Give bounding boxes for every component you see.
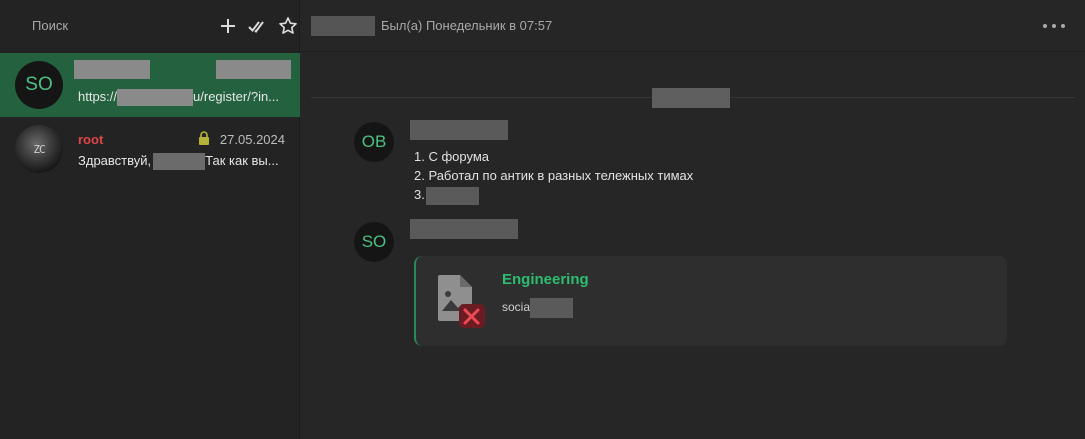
- redacted-contact-name: [311, 15, 375, 36]
- lock-icon: [199, 131, 209, 145]
- card-title[interactable]: Engineering: [502, 271, 589, 288]
- avatar: OB: [354, 122, 394, 162]
- conversation-header: Был(а) Понедельник в 07:57: [301, 0, 1085, 52]
- avatar: ZC: [15, 125, 63, 173]
- plus-icon[interactable]: [220, 16, 236, 36]
- redacted-name: [74, 60, 150, 79]
- chat-date: 27.05.2024: [219, 132, 285, 147]
- redacted-date-pill: [652, 88, 730, 108]
- redacted-sender: [410, 219, 518, 239]
- chat-preview: https://u/register/?in...: [78, 89, 288, 107]
- more-options-icon[interactable]: [1043, 18, 1065, 34]
- chat-preview: Здравствуй, Так как вы...: [78, 153, 288, 171]
- conversation-panel: Был(а) Понедельник в 07:57 OB 1. С форум…: [301, 0, 1085, 439]
- last-seen-status: Был(а) Понедельник в 07:57: [381, 18, 553, 33]
- avatar: SO: [15, 61, 63, 109]
- double-check-icon[interactable]: [248, 16, 266, 36]
- chat-item[interactable]: SO https://u/register/?in...: [0, 53, 300, 117]
- sidebar-header: [0, 0, 299, 52]
- redacted-date: [216, 60, 291, 79]
- avatar: SO: [354, 222, 394, 262]
- broken-file-icon: [438, 275, 485, 328]
- chat-sidebar: SO https://u/register/?in... ZC root 27.…: [0, 0, 300, 439]
- redacted-sender: [410, 120, 508, 140]
- link-preview-card[interactable]: Engineering socia: [414, 256, 1007, 346]
- message-text: 1. С форума 2. Работал по антик в разных…: [414, 147, 693, 205]
- chat-name: root: [78, 132, 104, 147]
- card-subtitle: socia: [502, 298, 574, 318]
- search-input[interactable]: [32, 18, 208, 33]
- star-icon[interactable]: [278, 16, 298, 36]
- chat-item[interactable]: ZC root 27.05.2024 Здравствуй, Так как вы…: [0, 117, 300, 181]
